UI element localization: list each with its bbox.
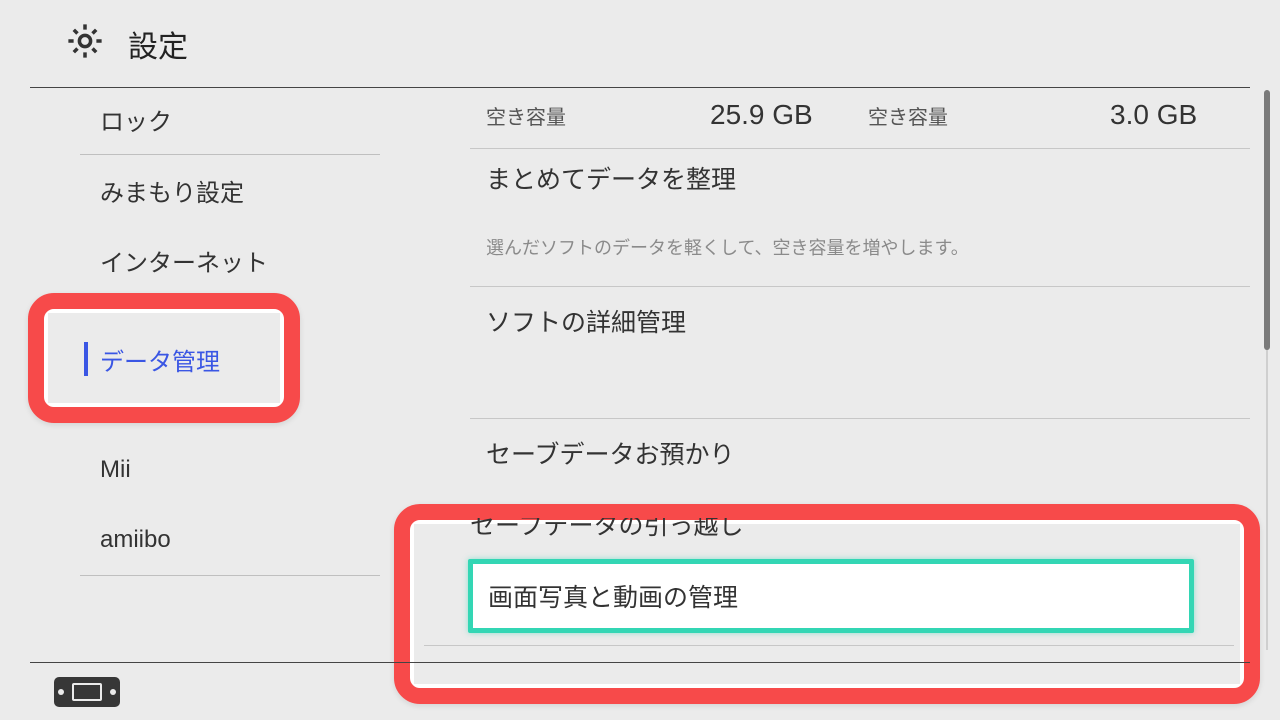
row-label: まとめてデータを整理 [486,160,736,196]
sidebar-item-label: インターネット [100,243,268,278]
sidebar-item-label: ロック [100,102,172,137]
row-description: 選んだソフトのデータを軽くして、空き容量を増やします。 [486,234,969,260]
row-label: セーブデータお預かり [486,435,735,471]
storage-row: 空き容量 25.9 GB 空き容量 3.0 GB [470,82,1250,148]
storage-left-label: 空き容量 [486,101,566,130]
scrollbar-thumb[interactable] [1264,90,1270,350]
header: 設定 [30,0,1250,88]
sidebar-item-parental[interactable]: みまもり設定 [80,155,380,225]
row-screenshots-overlay[interactable]: 画面写真と動画の管理 [468,559,1194,633]
row-label: ソフトの詳細管理 [486,303,686,339]
sidebar-item-label: みまもり設定 [100,173,244,208]
sidebar-item-amiibo[interactable]: amiibo [80,505,380,575]
sidebar-item-mii[interactable]: Mii [80,435,380,505]
row-label: 画面写真と動画の管理 [488,578,738,614]
divider [424,645,1234,646]
gear-icon [64,20,106,67]
sidebar-item-label: amiibo [100,526,171,554]
scrollbar[interactable] [1264,90,1270,650]
console-icon [54,677,120,707]
divider [80,575,380,576]
sidebar-item-internet[interactable]: インターネット [80,225,380,295]
sidebar-item-data-overlay[interactable]: データ管理 [80,324,380,394]
sidebar-item-lock[interactable]: ロック [80,84,380,154]
divider [470,643,1250,644]
footer [30,662,1250,720]
storage-right-value: 3.0 GB [1110,99,1197,131]
page-title: 設定 [128,22,188,66]
row-save-cloud[interactable]: セーブデータお預かり [470,418,1250,488]
storage-right-label: 空き容量 [868,101,948,130]
storage-left-value: 25.9 GB [710,99,813,131]
row-manage-data[interactable]: まとめてデータを整理 [470,148,1250,208]
sidebar-item-label: データ管理 [100,342,220,377]
sidebar-item-label: Mii [100,456,131,484]
row-software-detail[interactable]: ソフトの詳細管理 [470,286,1250,356]
row-save-transfer-overlay: セーブデータの引っ越し [470,518,1224,548]
